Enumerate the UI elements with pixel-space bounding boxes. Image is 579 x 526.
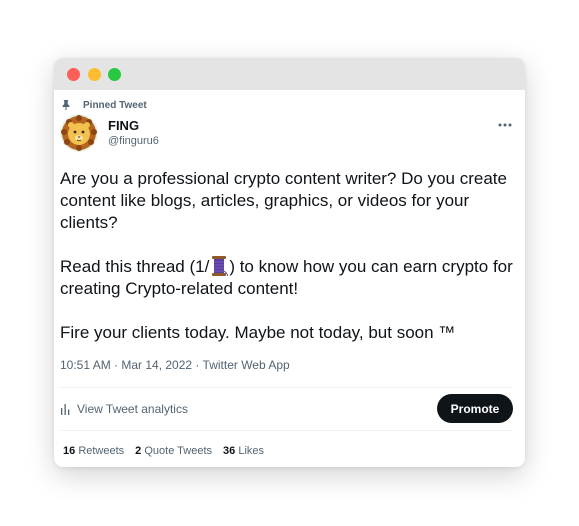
retweets-stat[interactable]: 16 Retweets [63, 445, 124, 457]
window-titlebar [54, 58, 525, 90]
pin-icon [62, 100, 70, 111]
author-avatar[interactable] [60, 114, 98, 152]
tweet-paragraph: Read this thread (1/ ) to know how you c… [60, 256, 515, 300]
author-name[interactable]: FING [108, 118, 139, 133]
quote-tweets-label: Quote Tweets [144, 445, 213, 457]
quote-tweets-count: 2 [135, 445, 142, 457]
pinned-label: Pinned Tweet [83, 99, 147, 111]
analytics-label: View Tweet analytics [77, 402, 188, 416]
divider [60, 387, 513, 388]
retweets-count: 16 [63, 445, 76, 457]
divider [60, 430, 513, 431]
likes-label: Likes [238, 445, 265, 457]
analytics-icon [61, 404, 70, 415]
spool-of-thread-icon [212, 256, 229, 276]
tweet-paragraph: Fire your clients today. Maybe not today… [60, 323, 456, 342]
lion-avatar-icon [60, 114, 98, 152]
more-options-button[interactable] [496, 116, 514, 134]
promote-button[interactable]: Promote [437, 394, 513, 423]
maximize-window-button[interactable] [108, 68, 121, 81]
tweet-paragraph: Are you a professional crypto content wr… [60, 169, 507, 232]
tweet-text: Are you a professional crypto content wr… [60, 168, 515, 344]
more-dots-icon [498, 123, 512, 127]
minimize-window-button[interactable] [88, 68, 101, 81]
tweet-timestamp[interactable]: 10:51 AM · Mar 14, 2022 · Twitter Web Ap… [60, 358, 290, 372]
pinned-indicator: Pinned Tweet [60, 98, 147, 112]
retweets-label: Retweets [78, 445, 125, 457]
view-analytics-link[interactable]: View Tweet analytics [60, 402, 188, 416]
likes-count: 36 [223, 445, 236, 457]
tweet-window: Pinned Tweet FING @finguru6 Are you a pr… [54, 58, 525, 467]
quote-tweets-stat[interactable]: 2 Quote Tweets [135, 445, 212, 457]
author-handle[interactable]: @finguru6 [108, 135, 159, 147]
tweet-text-segment: Read this thread (1/ [60, 257, 210, 276]
likes-stat[interactable]: 36 Likes [223, 445, 264, 457]
tweet-stats: 16 Retweets 2 Quote Tweets 36 Likes [63, 445, 275, 457]
close-window-button[interactable] [67, 68, 80, 81]
